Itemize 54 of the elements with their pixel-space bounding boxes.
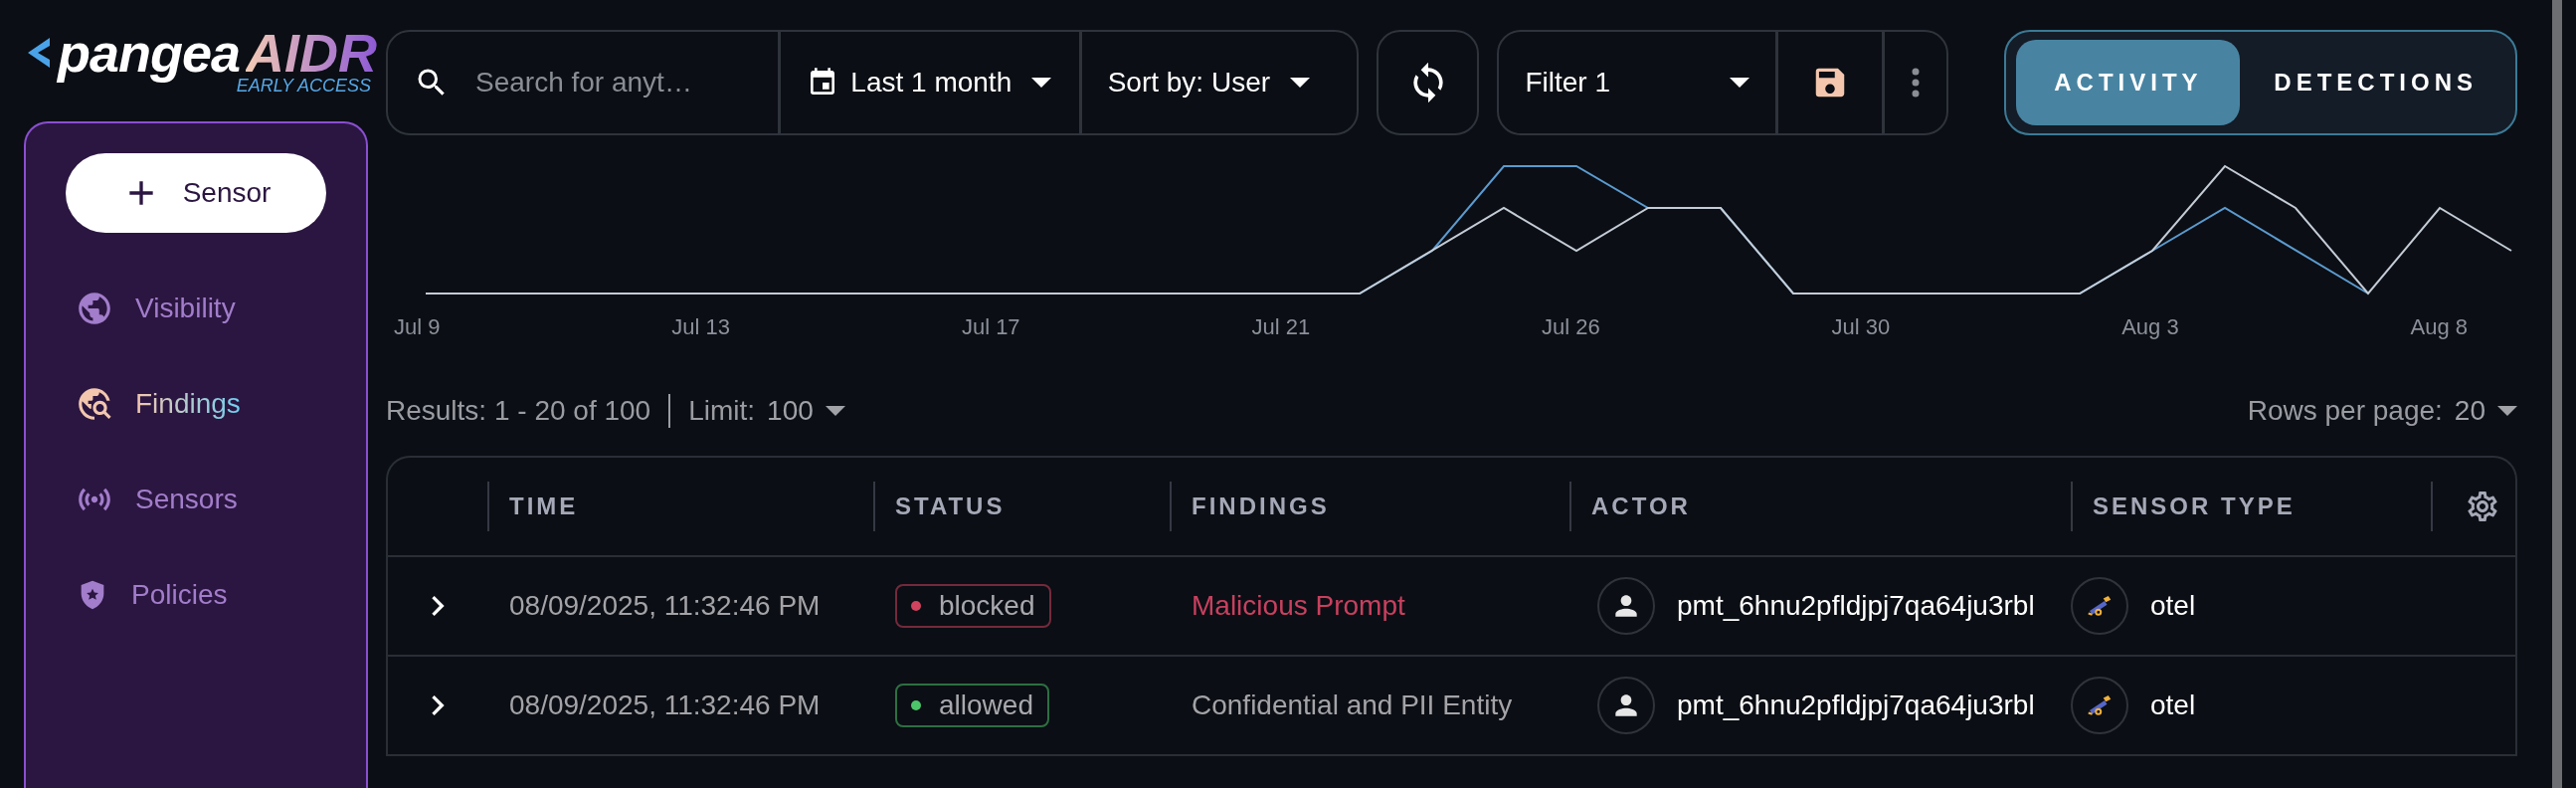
sidebar-item[interactable]: Policies (26, 547, 366, 643)
actor-cell: pmt_6hnu2pfldjpj7qa64ju3rbl (1677, 690, 2035, 721)
axis-label: Aug 8 (2410, 314, 2468, 340)
caret-icon (1730, 78, 1749, 88)
status-badge: blocked (895, 584, 1051, 628)
caret-icon (825, 406, 845, 416)
axis-label: Jul 17 (961, 314, 1020, 340)
sensor-type-cell: otel (2150, 590, 2196, 622)
avatar-icon (1597, 577, 1655, 635)
search-field[interactable]: Search for anyt… (473, 66, 752, 99)
globe-icon (76, 290, 113, 327)
axis-label: Jul 13 (671, 314, 731, 340)
settings-icon[interactable] (2465, 489, 2500, 524)
column-header[interactable]: SENSOR TYPE (2093, 492, 2296, 520)
status-badge: allowed (895, 684, 1049, 727)
view-tab[interactable]: ACTIVITY (2016, 40, 2241, 125)
results-summary: Results: 1 - 20 of 100 (386, 395, 651, 427)
column-header[interactable]: TIME (509, 492, 579, 520)
axis-label: Jul 21 (1251, 314, 1311, 340)
column-header[interactable]: STATUS (895, 492, 1006, 520)
sidebar-item[interactable]: Visibility (26, 261, 366, 356)
axis-label: Jul 30 (1831, 314, 1891, 340)
time-cell: 08/09/2025, 11:32:46 PM (509, 690, 821, 721)
sensor-type-cell: otel (2150, 690, 2196, 721)
more-icon (1912, 68, 1921, 98)
sidebar-item[interactable]: Sensors (26, 452, 366, 547)
time-cell: 08/09/2025, 11:32:46 PM (509, 590, 821, 622)
column-header[interactable]: FINDINGS (1192, 492, 1330, 520)
telescope-icon (2071, 577, 2128, 635)
telescope-icon (2071, 677, 2128, 734)
globe-search-icon (76, 385, 113, 423)
limit-label: Limit: (688, 395, 756, 427)
rows-per-page-label: Rows per page: (2247, 395, 2443, 427)
scrollbar[interactable] (2552, 0, 2562, 788)
caret-icon (1290, 78, 1311, 88)
actor-cell: pmt_6hnu2pfldjpj7qa64ju3rbl (1677, 590, 2035, 622)
refresh-button[interactable] (1377, 30, 1480, 135)
axis-label: Jul 26 (1542, 314, 1600, 340)
view-tab[interactable]: DETECTIONS (2246, 40, 2505, 125)
date-range-select[interactable]: Last 1 month (778, 32, 1079, 133)
sidebar-item[interactable]: Findings (26, 356, 366, 452)
rows-per-page-select[interactable]: 20 (2454, 395, 2517, 427)
add-sensor-button[interactable]: Sensor (66, 153, 326, 233)
finding-cell: Confidential and PII Entity (1192, 690, 1513, 721)
column-header[interactable]: ACTOR (1591, 492, 1691, 520)
sort-select[interactable]: Sort by: User (1078, 32, 1358, 133)
axis-label: Aug 3 (2121, 314, 2179, 340)
avatar-icon (1597, 677, 1655, 734)
limit-select[interactable]: 100 (767, 395, 845, 427)
caret-icon (1031, 78, 1052, 88)
caret-icon (2497, 406, 2517, 416)
axis-label: Jul 9 (394, 314, 441, 340)
filter-select[interactable]: Filter 1 (1499, 32, 1775, 133)
finding-cell: Malicious Prompt (1192, 590, 1405, 622)
